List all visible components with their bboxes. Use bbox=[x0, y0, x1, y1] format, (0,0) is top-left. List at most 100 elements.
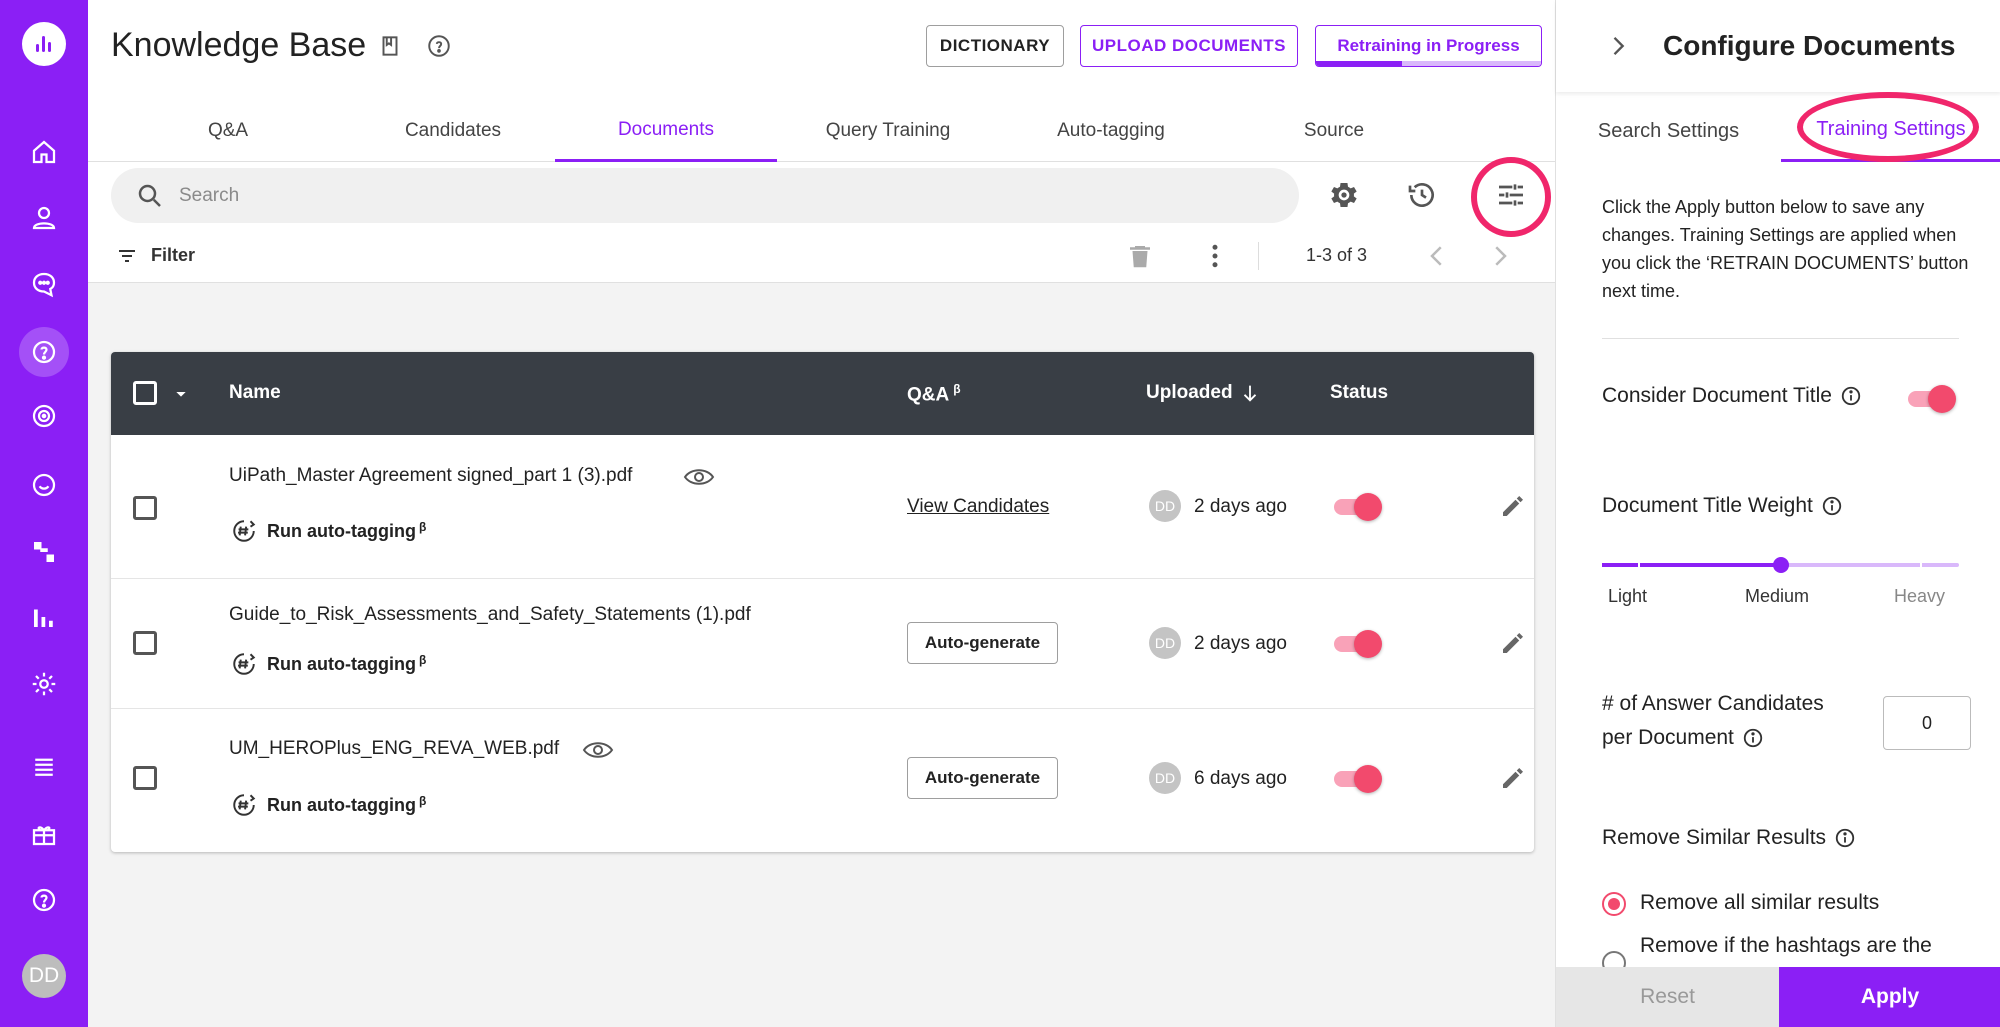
chevron-right-icon[interactable] bbox=[1485, 241, 1515, 271]
smile-chat-icon[interactable] bbox=[24, 465, 64, 505]
auto-generate-button[interactable]: Auto-generate bbox=[907, 622, 1058, 664]
apply-button[interactable]: Apply bbox=[1779, 967, 2000, 1027]
radio-remove-all[interactable] bbox=[1602, 892, 1626, 916]
auto-tag-label: Run auto-tagging bbox=[267, 520, 416, 541]
highlight-ring bbox=[1797, 92, 1979, 162]
chevron-left-icon[interactable] bbox=[1422, 241, 1452, 271]
divider bbox=[1258, 242, 1259, 270]
document-name[interactable]: Guide_to_Risk_Assessments_and_Safety_Sta… bbox=[229, 604, 751, 626]
retraining-status-button[interactable]: Retraining in Progress bbox=[1315, 25, 1542, 67]
tab-candidates[interactable]: Candidates bbox=[368, 100, 538, 162]
edit-pencil-icon[interactable] bbox=[1498, 763, 1528, 793]
info-icon[interactable] bbox=[1742, 727, 1764, 749]
select-all-checkbox[interactable] bbox=[133, 381, 157, 405]
status-toggle[interactable] bbox=[1332, 490, 1384, 522]
flow-icon[interactable] bbox=[24, 532, 64, 572]
slider-thumb[interactable] bbox=[1772, 557, 1789, 573]
tab-documents[interactable]: Documents bbox=[555, 100, 777, 162]
run-auto-tagging-button[interactable]: Run auto-tagging β bbox=[231, 651, 426, 677]
status-toggle[interactable] bbox=[1332, 627, 1384, 659]
view-candidates-link[interactable]: View Candidates bbox=[907, 496, 1049, 518]
edit-pencil-icon[interactable] bbox=[1498, 491, 1528, 521]
row-checkbox[interactable] bbox=[133, 631, 157, 655]
row-checkbox[interactable] bbox=[133, 496, 157, 520]
knowledge-base-icon[interactable] bbox=[19, 327, 69, 377]
upload-documents-button[interactable]: UPLOAD DOCUMENTS bbox=[1080, 25, 1298, 67]
eye-icon[interactable] bbox=[582, 739, 614, 761]
tab-qa[interactable]: Q&A bbox=[168, 100, 288, 162]
remove-similar-label: Remove Similar Results bbox=[1602, 826, 1856, 850]
chevron-right-icon[interactable] bbox=[1604, 32, 1632, 60]
caret-down-icon[interactable] bbox=[173, 386, 189, 402]
panel-description: Click the Apply button below to save any… bbox=[1602, 197, 1969, 301]
dictionary-button[interactable]: DICTIONARY bbox=[926, 25, 1064, 67]
hashtag-cycle-icon bbox=[233, 520, 256, 542]
table-row: UM_HEROPlus_ENG_REVA_WEB.pdf Run auto-ta… bbox=[111, 709, 1534, 852]
book-icon[interactable] bbox=[377, 33, 403, 59]
home-icon[interactable] bbox=[24, 132, 64, 172]
search-bar bbox=[111, 168, 1299, 223]
info-icon[interactable] bbox=[1834, 827, 1856, 849]
answer-candidates-text: per Document bbox=[1602, 726, 1734, 749]
weight-text: Document Title Weight bbox=[1602, 494, 1813, 517]
info-icon[interactable] bbox=[1840, 385, 1862, 407]
help-icon[interactable] bbox=[24, 880, 64, 920]
history-icon[interactable] bbox=[1399, 172, 1445, 218]
gift-icon[interactable] bbox=[24, 814, 64, 854]
search-input[interactable] bbox=[179, 168, 1279, 223]
gear-icon[interactable] bbox=[1321, 172, 1367, 218]
slider-fill bbox=[1602, 563, 1781, 567]
document-name[interactable]: UiPath_Master Agreement signed_part 1 (3… bbox=[229, 465, 632, 487]
remove-all-label[interactable]: Remove all similar results bbox=[1640, 891, 1879, 915]
page-header: Knowledge Base DICTIONARY UPLOAD DOCUMEN… bbox=[88, 0, 1555, 283]
panel-footer: Reset Apply bbox=[1556, 967, 2000, 1027]
target-icon[interactable] bbox=[24, 396, 64, 436]
table-row: Guide_to_Risk_Assessments_and_Safety_Sta… bbox=[111, 579, 1534, 709]
tab-auto-tagging[interactable]: Auto-tagging bbox=[1011, 100, 1211, 162]
column-status: Status bbox=[1330, 382, 1389, 403]
settings-icon[interactable] bbox=[24, 664, 64, 704]
tab-search-settings[interactable]: Search Settings bbox=[1566, 100, 1771, 162]
trash-icon[interactable] bbox=[1125, 241, 1155, 271]
more-vert-icon[interactable] bbox=[1200, 241, 1230, 271]
logo-bars-icon bbox=[36, 34, 52, 52]
weight-slider[interactable] bbox=[1602, 557, 1959, 573]
run-auto-tagging-button[interactable]: Run auto-tagging β bbox=[231, 792, 426, 818]
filter-icon[interactable] bbox=[115, 244, 139, 268]
weight-option-medium: Medium bbox=[1745, 586, 1810, 606]
column-name[interactable]: Name bbox=[229, 382, 281, 404]
retraining-progress-fill bbox=[1316, 61, 1402, 66]
analytics-icon[interactable] bbox=[24, 597, 64, 637]
tab-query-training[interactable]: Query Training bbox=[788, 100, 988, 162]
row-checkbox[interactable] bbox=[133, 766, 157, 790]
column-uploaded-label: Uploaded bbox=[1146, 382, 1233, 403]
reset-button[interactable]: Reset bbox=[1556, 967, 1779, 1027]
user-icon[interactable] bbox=[24, 198, 64, 238]
uploader-avatar: DD bbox=[1149, 627, 1181, 659]
column-uploaded[interactable]: Uploaded bbox=[1146, 382, 1261, 404]
auto-generate-button[interactable]: Auto-generate bbox=[907, 757, 1058, 799]
page-title: Knowledge Base bbox=[111, 26, 367, 64]
app-logo[interactable] bbox=[22, 22, 66, 66]
remove-hashtags-label[interactable]: Remove if the hashtags are the bbox=[1640, 934, 1932, 958]
filter-label[interactable]: Filter bbox=[151, 245, 195, 266]
auto-tag-label: Run auto-tagging bbox=[267, 794, 416, 815]
documents-table: Name Q&A β Uploaded Status UiPath_Master … bbox=[111, 352, 1534, 852]
divider bbox=[1602, 338, 1959, 339]
run-auto-tagging-button[interactable]: Run auto-tagging β bbox=[231, 518, 426, 544]
column-qa-label: Q&A bbox=[907, 384, 950, 406]
info-icon[interactable] bbox=[1821, 495, 1843, 517]
panel-title: Configure Documents bbox=[1663, 30, 1956, 61]
chat-icon[interactable] bbox=[24, 264, 64, 304]
tab-source[interactable]: Source bbox=[1234, 100, 1434, 162]
eye-icon[interactable] bbox=[683, 466, 715, 488]
menu-icon[interactable] bbox=[24, 746, 64, 786]
edit-pencil-icon[interactable] bbox=[1498, 628, 1528, 658]
help-circle-icon[interactable] bbox=[426, 33, 452, 59]
user-avatar[interactable]: DD bbox=[22, 954, 66, 998]
document-name[interactable]: UM_HEROPlus_ENG_REVA_WEB.pdf bbox=[229, 738, 559, 760]
answer-candidates-input[interactable] bbox=[1883, 696, 1971, 750]
status-toggle[interactable] bbox=[1332, 762, 1384, 794]
answer-candidates-label-line1: # of Answer Candidates bbox=[1602, 692, 1824, 715]
consider-title-toggle[interactable] bbox=[1906, 382, 1958, 414]
